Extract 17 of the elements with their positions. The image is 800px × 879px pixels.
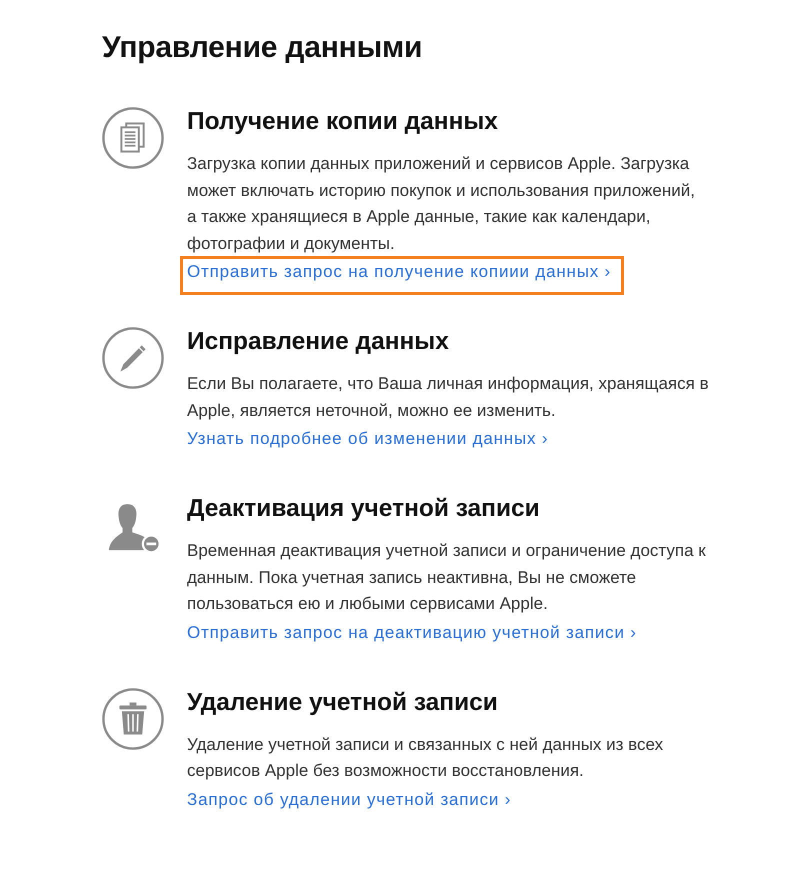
section-heading: Получение копии данных xyxy=(187,108,498,136)
section-link[interactable]: Отправить запрос на получение копиии данных › xyxy=(187,262,612,281)
section-link[interactable]: Узнать подробнее об изменении данных › xyxy=(187,429,548,448)
section-heading: Удаление учетной записи xyxy=(187,688,498,716)
trash-icon xyxy=(102,688,164,750)
section-description: Если Вы полагаете, что Ваша личная информация, хранящаяся в Apple, является неточной, можно ее изменить. xyxy=(187,373,709,422)
section-link[interactable]: Запрос об удалении учетной записи › xyxy=(187,790,512,808)
section-link[interactable]: Отправить запрос на деактивацию учетной записи › xyxy=(187,622,637,642)
section-heading: Исправление данных xyxy=(187,328,449,356)
document-icon xyxy=(102,107,164,169)
page-title: Управление данными xyxy=(102,30,422,66)
section-description: Загрузка копии данных приложений и сервисов Apple. Загрузка может включать историю покупок и использования приложений, а также хранящиеся в Apple данные, такие как календари, фотографии и документы. xyxy=(187,153,695,254)
person-remove-icon xyxy=(108,502,161,554)
section-description: Временная деактивация учетной записи и ограничение доступа к данным. Пока учетная запись неактивна, Вы не сможете пользоваться ею и любыми сервисами Apple. xyxy=(187,540,706,615)
pencil-icon xyxy=(102,327,164,389)
section-heading: Деактивация учетной записи xyxy=(187,495,540,523)
section-description: Удаление учетной записи и связанных с ней данных из всех сервисов Apple без возможности восстановления. xyxy=(187,734,664,782)
